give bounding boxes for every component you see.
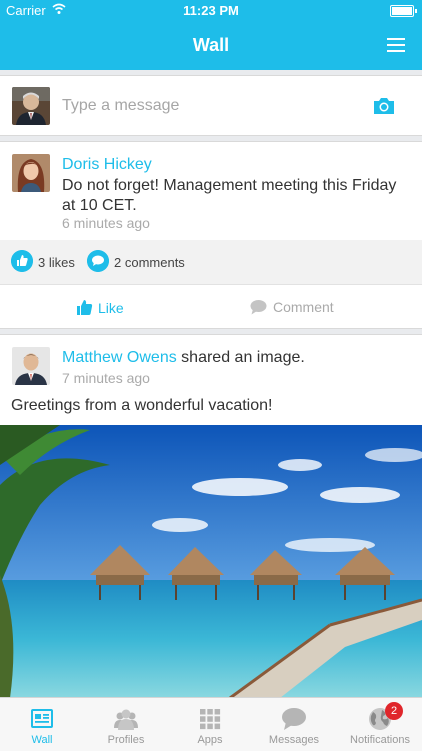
page-title: Wall <box>192 35 230 55</box>
thumbs-up-icon <box>11 250 33 272</box>
author-name[interactable]: Matthew Owens <box>62 349 177 366</box>
apps-grid-icon <box>200 709 221 730</box>
tab-label: Apps <box>197 734 223 746</box>
status-bar: Carrier 11:23 PM <box>0 0 422 22</box>
hamburger-menu-icon[interactable] <box>387 38 405 52</box>
tab-label: Messages <box>268 734 320 746</box>
post-card: Matthew Owens shared an image. 7 minutes… <box>0 334 422 698</box>
post-header: Matthew Owens shared an image. <box>62 349 305 367</box>
profiles-icon <box>114 709 138 730</box>
tab-label: Notifications <box>350 734 410 746</box>
author-name[interactable]: Doris Hickey <box>62 156 152 174</box>
camera-icon[interactable] <box>372 96 396 116</box>
comments-count[interactable]: 2 comments <box>114 255 185 270</box>
avatar[interactable] <box>12 154 50 192</box>
tab-apps[interactable]: Apps <box>168 698 252 751</box>
vacation-photo[interactable] <box>0 425 422 698</box>
post-actions: Like Comment <box>0 284 422 329</box>
tab-label: Profiles <box>107 734 145 746</box>
likes-count[interactable]: 3 likes <box>38 255 75 270</box>
tab-messages[interactable]: Messages <box>252 698 336 751</box>
notification-badge: 2 <box>385 702 403 720</box>
tab-label: Wall <box>31 734 53 746</box>
comment-bubble-icon <box>87 250 109 272</box>
avatar <box>12 87 50 125</box>
tab-bar: Wall Profiles Apps Messages 2 Notificati… <box>0 697 422 751</box>
like-button[interactable]: Like <box>76 299 124 316</box>
nav-bar: Wall <box>0 22 422 70</box>
message-input[interactable]: Type a message <box>62 97 179 115</box>
thumbs-up-icon <box>77 300 93 315</box>
post-text: Greetings from a wonderful vacation! <box>11 397 273 414</box>
post-text: Do not forget! Management meeting this F… <box>62 177 397 214</box>
post-card: Doris Hickey Do not forget! Management m… <box>0 141 422 329</box>
battery-icon <box>390 5 417 17</box>
comment-label: Comment <box>273 299 334 315</box>
comment-icon <box>250 300 267 315</box>
post-action: shared an image. <box>181 349 305 366</box>
avatar[interactable] <box>12 347 50 385</box>
comment-button[interactable]: Comment <box>250 299 334 315</box>
tab-wall[interactable]: Wall <box>0 698 84 751</box>
post-time: 7 minutes ago <box>62 370 150 386</box>
messages-icon <box>282 708 306 730</box>
tab-notifications[interactable]: 2 Notifications <box>338 698 422 751</box>
composer: Type a message <box>0 75 422 136</box>
clock: 11:23 PM <box>183 3 239 18</box>
tab-profiles[interactable]: Profiles <box>84 698 168 751</box>
like-label: Like <box>98 300 124 316</box>
post-stats: 3 likes 2 comments <box>0 240 422 284</box>
wall-icon <box>31 709 53 728</box>
post-time: 6 minutes ago <box>62 215 150 231</box>
